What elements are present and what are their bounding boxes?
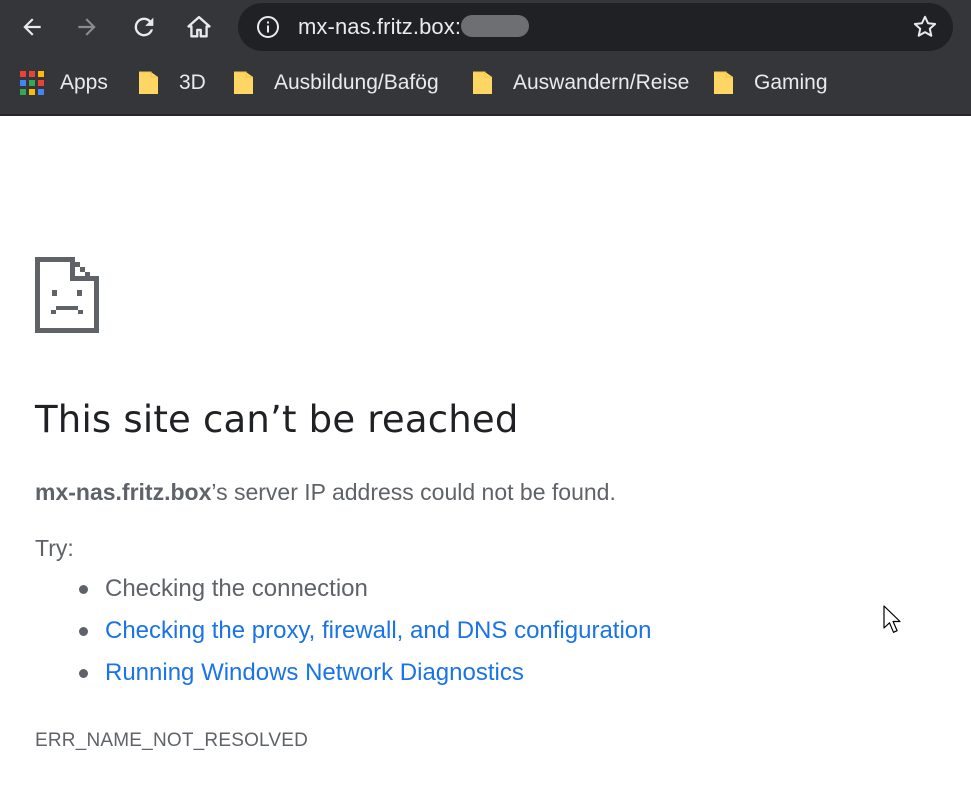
suggestion-network-diagnostics-link[interactable]: Running Windows Network Diagnostics bbox=[105, 659, 524, 686]
url-host: mx-nas.fritz.box: bbox=[298, 14, 462, 39]
folder-icon bbox=[473, 71, 492, 94]
list-item: Checking the proxy, firewall, and DNS co… bbox=[79, 612, 652, 654]
bookmark-label: Ausbildung/Bafög bbox=[274, 71, 439, 94]
page-title: This site can’t be reached bbox=[35, 398, 519, 441]
suggestion-check-connection: Checking the connection bbox=[105, 575, 368, 602]
star-outline-icon[interactable] bbox=[911, 13, 939, 41]
error-code: ERR_NAME_NOT_RESOLVED bbox=[35, 730, 309, 751]
folder-icon bbox=[714, 71, 733, 94]
bookmark-label: Apps bbox=[60, 71, 108, 94]
sad-page-icon bbox=[35, 257, 99, 333]
try-label: Try: bbox=[35, 535, 74, 561]
mouse-cursor-icon bbox=[883, 605, 901, 633]
error-summary: mx-nas.fritz.box’s server IP address cou… bbox=[35, 479, 616, 506]
error-summary-text: ’s server IP address could not be found. bbox=[211, 479, 616, 505]
reload-icon bbox=[134, 17, 154, 37]
back-button[interactable] bbox=[12, 7, 52, 47]
arrow-left-icon bbox=[23, 18, 41, 36]
bookmark-apps[interactable]: Apps bbox=[20, 68, 108, 98]
bullet-icon bbox=[79, 627, 88, 636]
list-item: Running Windows Network Diagnostics bbox=[79, 654, 652, 696]
home-icon bbox=[187, 15, 211, 38]
bookmark-label: Auswandern/Reise bbox=[513, 71, 690, 94]
bookmark-label: 3D bbox=[179, 71, 206, 94]
browser-toolbar: mx-nas.fritz.box: bbox=[0, 0, 971, 55]
bookmark-folder-gaming[interactable]: Gaming bbox=[713, 68, 828, 98]
bullet-icon bbox=[79, 585, 88, 594]
suggestion-proxy-firewall-dns-link[interactable]: Checking the proxy, firewall, and DNS co… bbox=[105, 617, 652, 644]
url-text[interactable]: mx-nas.fritz.box: bbox=[298, 14, 530, 40]
bookmark-folder-ausbildung[interactable]: Ausbildung/Bafög bbox=[233, 68, 439, 98]
bookmark-label: Gaming bbox=[754, 71, 828, 94]
error-host: mx-nas.fritz.box bbox=[35, 479, 212, 505]
reload-button[interactable] bbox=[124, 7, 164, 47]
address-bar[interactable]: mx-nas.fritz.box: bbox=[238, 3, 953, 51]
bookmarks-bar: Apps 3D Ausbildung/Bafög Auswandern/Reis… bbox=[0, 55, 971, 116]
folder-icon bbox=[234, 71, 253, 94]
bookmark-folder-3d[interactable]: 3D bbox=[138, 68, 206, 98]
list-item: Checking the connection bbox=[79, 570, 652, 612]
bookmark-folder-auswandern[interactable]: Auswandern/Reise bbox=[472, 68, 689, 98]
apps-grid-icon bbox=[20, 71, 44, 95]
bullet-icon bbox=[79, 669, 88, 678]
arrow-right-icon bbox=[78, 18, 96, 36]
folder-icon bbox=[139, 71, 158, 94]
info-icon[interactable] bbox=[256, 15, 280, 39]
url-port-redaction bbox=[461, 15, 530, 37]
suggestions-list: Checking the connection Checking the pro… bbox=[79, 570, 652, 696]
forward-button[interactable] bbox=[67, 7, 107, 47]
home-button[interactable] bbox=[179, 7, 219, 47]
